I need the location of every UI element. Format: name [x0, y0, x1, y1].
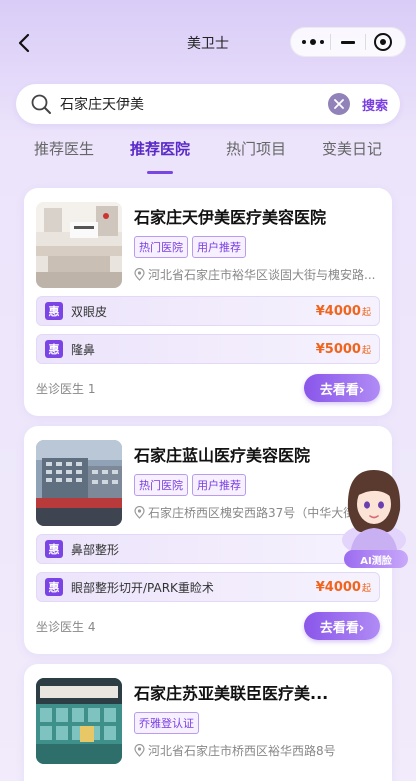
- doctor-count: 坐诊医生 1: [36, 381, 96, 396]
- hospital-tag: 热门医院: [134, 474, 188, 496]
- target-icon: [374, 33, 392, 51]
- hospital-photo: [36, 202, 122, 288]
- service-item[interactable]: 惠 鼻部整形 ¥: [36, 534, 380, 564]
- tab-beauty-diary[interactable]: 变美日记: [316, 134, 388, 168]
- mini-program-capsule: [290, 27, 406, 57]
- discount-badge: 惠: [45, 302, 63, 320]
- location-pin-icon: [134, 506, 145, 519]
- hospital-photo: [36, 678, 122, 764]
- top-bar: 美卫士: [0, 0, 416, 82]
- address-text: 河北省石家庄市裕华区谈固大街与槐安路...: [148, 268, 376, 282]
- ai-label: AI测脸: [344, 550, 408, 568]
- service-price: ¥4000起: [315, 579, 371, 595]
- doctor-count: 坐诊医生 4: [36, 619, 96, 634]
- tab-recommended-doctors[interactable]: 推荐医生: [28, 134, 100, 168]
- more-button[interactable]: [298, 30, 328, 54]
- service-item[interactable]: 惠 隆鼻 ¥5000起: [36, 334, 380, 364]
- hospital-tag: 用户推荐: [192, 474, 246, 496]
- hospital-card[interactable]: 石家庄天伊美医疗美容医院 热门医院 用户推荐 河北省石家庄市裕华区谈固大街与槐安…: [24, 188, 392, 416]
- hospital-tag: 热门医院: [134, 236, 188, 258]
- search-icon: [31, 94, 51, 114]
- search-bar: 搜索: [16, 84, 400, 124]
- ai-face-test-button[interactable]: AI测脸: [336, 460, 412, 570]
- service-price: ¥4000起: [315, 303, 371, 319]
- service-name: 鼻部整形: [71, 542, 120, 557]
- category-tabs: 推荐医生 推荐医院 热门项目 变美日记: [0, 134, 416, 168]
- ai-assistant-avatar: [342, 470, 406, 556]
- tab-recommended-hospitals[interactable]: 推荐医院: [124, 134, 196, 168]
- discount-badge: 惠: [45, 340, 63, 358]
- service-item[interactable]: 惠 眼部整形切开/PARK重睑术 ¥4000起: [36, 572, 380, 602]
- hospital-address: 河北省石家庄市裕华区谈固大街与槐安路...: [134, 266, 380, 283]
- search-button[interactable]: 搜索: [362, 95, 388, 114]
- location-pin-icon: [134, 268, 145, 281]
- hospital-tag: 乔雅登认证: [134, 712, 199, 734]
- hospital-card[interactable]: 石家庄苏亚美联臣医疗美... 乔雅登认证 河北省石家庄市桥西区裕华西路8号: [24, 664, 392, 781]
- service-item[interactable]: 惠 双眼皮 ¥4000起: [36, 296, 380, 326]
- view-hospital-button[interactable]: 去看看›: [304, 612, 380, 640]
- discount-badge: 惠: [45, 540, 63, 558]
- capsule-divider: [365, 34, 366, 50]
- minus-icon: [341, 40, 355, 44]
- service-name: 双眼皮: [71, 304, 108, 319]
- close-miniprogram-button[interactable]: [368, 30, 398, 54]
- address-text: 石家庄桥西区槐安西路37号（中华大街...: [148, 506, 367, 520]
- clear-search-button[interactable]: [327, 93, 350, 115]
- search-input[interactable]: [60, 96, 328, 112]
- service-name: 隆鼻: [71, 342, 96, 357]
- close-icon: [334, 99, 344, 109]
- hospital-name: 石家庄天伊美医疗美容医院: [134, 208, 327, 227]
- capsule-divider: [330, 34, 331, 50]
- hospital-name: 石家庄苏亚美联臣医疗美...: [134, 684, 329, 703]
- tab-popular-projects[interactable]: 热门项目: [220, 134, 292, 168]
- service-price: ¥5000起: [315, 341, 371, 357]
- minimize-button[interactable]: [333, 30, 363, 54]
- more-dots-icon: [302, 39, 324, 45]
- hospital-tag: 用户推荐: [192, 236, 246, 258]
- hospital-photo: [36, 440, 122, 526]
- discount-badge: 惠: [45, 578, 63, 596]
- address-text: 河北省石家庄市桥西区裕华西路8号: [148, 744, 336, 758]
- hospital-address: 河北省石家庄市桥西区裕华西路8号: [134, 742, 380, 759]
- location-pin-icon: [134, 744, 145, 757]
- view-hospital-button[interactable]: 去看看›: [304, 374, 380, 402]
- service-name: 眼部整形切开/PARK重睑术: [71, 580, 214, 595]
